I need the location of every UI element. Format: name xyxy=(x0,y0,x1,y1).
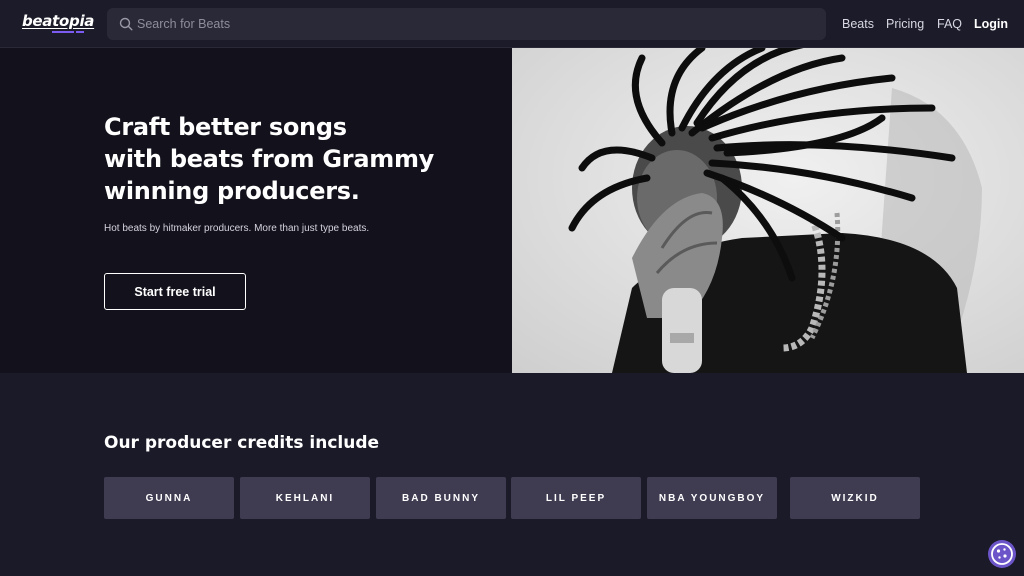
hero-subtitle: Hot beats by hitmaker producers. More th… xyxy=(104,223,370,234)
search-bar[interactable] xyxy=(107,8,826,40)
producer-credit-tile[interactable]: NBA YOUNGBOY xyxy=(647,477,777,519)
nav-link-pricing[interactable]: Pricing xyxy=(886,17,924,31)
hero-artist-photo xyxy=(512,48,1024,373)
producer-credit-tile[interactable]: KEHLANI xyxy=(240,477,370,519)
hero-title-line-2: with beats from Grammy xyxy=(104,145,434,173)
page: beatopia Beats Pricing FAQ Login Craft b… xyxy=(0,0,1024,576)
hero-title-line-3: winning producers. xyxy=(104,177,360,205)
nav-link-login[interactable]: Login xyxy=(974,17,1008,31)
logo-text: beatopia xyxy=(22,12,95,30)
nav-link-beats[interactable]: Beats xyxy=(842,17,874,31)
producer-credits-heading: Our producer credits include xyxy=(104,433,380,453)
logo-underline-dot xyxy=(76,31,84,33)
producer-credit-tile[interactable]: GUNNA xyxy=(104,477,234,519)
beatopia-logo[interactable]: beatopia xyxy=(22,12,94,34)
hero-section xyxy=(0,48,512,373)
top-nav-bar: beatopia Beats Pricing FAQ Login xyxy=(0,0,1024,48)
hero-title-line-1: Craft better songs xyxy=(104,113,347,141)
producer-credit-tile[interactable]: LIL PEEP xyxy=(511,477,641,519)
producer-credit-tile[interactable]: BAD BUNNY xyxy=(376,477,506,519)
hero-title: Craft better songs with beats from Gramm… xyxy=(104,111,484,207)
cookie-icon xyxy=(991,543,1013,565)
start-free-trial-button[interactable]: Start free trial xyxy=(104,273,246,310)
cookie-settings-button[interactable] xyxy=(988,540,1016,568)
nav-link-faq[interactable]: FAQ xyxy=(937,17,962,31)
search-icon xyxy=(119,17,133,31)
logo-underline-accent xyxy=(52,31,74,33)
producer-credit-tile[interactable]: WIZKID xyxy=(790,477,920,519)
search-input[interactable] xyxy=(137,8,807,40)
